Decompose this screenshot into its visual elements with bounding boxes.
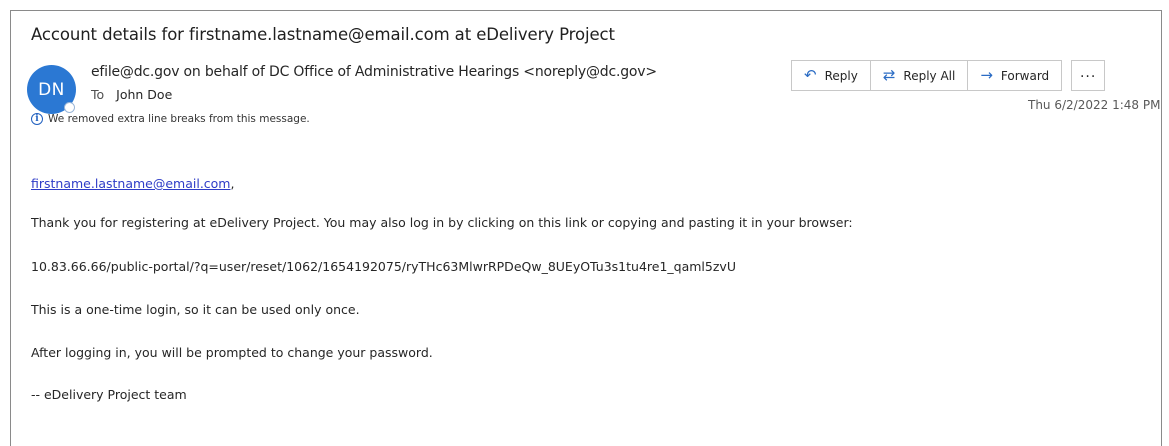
notice-text: We removed extra line breaks from this m… bbox=[48, 113, 310, 125]
reply-all-icon: ⇄ bbox=[882, 66, 896, 84]
reply-button[interactable]: ↶ Reply bbox=[792, 61, 871, 90]
recipient-name[interactable]: John Doe bbox=[116, 87, 172, 102]
info-icon: i bbox=[31, 113, 43, 125]
body-paragraph-1: Thank you for registering at eDelivery P… bbox=[31, 215, 853, 230]
login-url-text: 10.83.66.66/public-portal/?q=user/reset/… bbox=[31, 259, 736, 274]
body-paragraph-3: After logging in, you will be prompted t… bbox=[31, 345, 433, 360]
recipient-row: To John Doe bbox=[91, 87, 172, 102]
forward-arrow-icon: → bbox=[980, 66, 993, 84]
more-options-icon: ... bbox=[1079, 64, 1097, 81]
email-subject: Account details for firstname.lastname@e… bbox=[31, 25, 615, 44]
reply-all-label: Reply All bbox=[903, 68, 956, 83]
sender-line[interactable]: efile@dc.gov on behalf of DC Office of A… bbox=[91, 64, 657, 80]
avatar-initials: DN bbox=[38, 79, 65, 100]
to-label: To bbox=[91, 87, 105, 102]
reply-arrow-icon: ↶ bbox=[804, 66, 817, 84]
email-reading-pane: Account details for firstname.lastname@e… bbox=[10, 10, 1162, 446]
reply-label: Reply bbox=[824, 68, 858, 83]
greeting-email-link[interactable]: firstname.lastname@email.com bbox=[31, 176, 231, 191]
body-paragraph-2: This is a one-time login, so it can be u… bbox=[31, 302, 360, 317]
presence-status-icon bbox=[64, 102, 75, 113]
line-breaks-notice[interactable]: i We removed extra line breaks from this… bbox=[31, 113, 310, 125]
reply-all-button[interactable]: ⇄ Reply All bbox=[871, 61, 969, 90]
received-timestamp: Thu 6/2/2022 1:48 PM bbox=[1028, 98, 1161, 112]
signature-line: -- eDelivery Project team bbox=[31, 387, 187, 402]
message-actions: ↶ Reply ⇄ Reply All → Forward ... bbox=[791, 60, 1106, 91]
greeting-suffix: , bbox=[230, 176, 235, 191]
forward-label: Forward bbox=[1000, 68, 1050, 83]
more-options-button[interactable]: ... bbox=[1071, 60, 1106, 91]
greeting-line: firstname.lastname@email.com, bbox=[31, 176, 234, 191]
response-button-group: ↶ Reply ⇄ Reply All → Forward bbox=[791, 60, 1063, 91]
forward-button[interactable]: → Forward bbox=[968, 61, 1061, 90]
